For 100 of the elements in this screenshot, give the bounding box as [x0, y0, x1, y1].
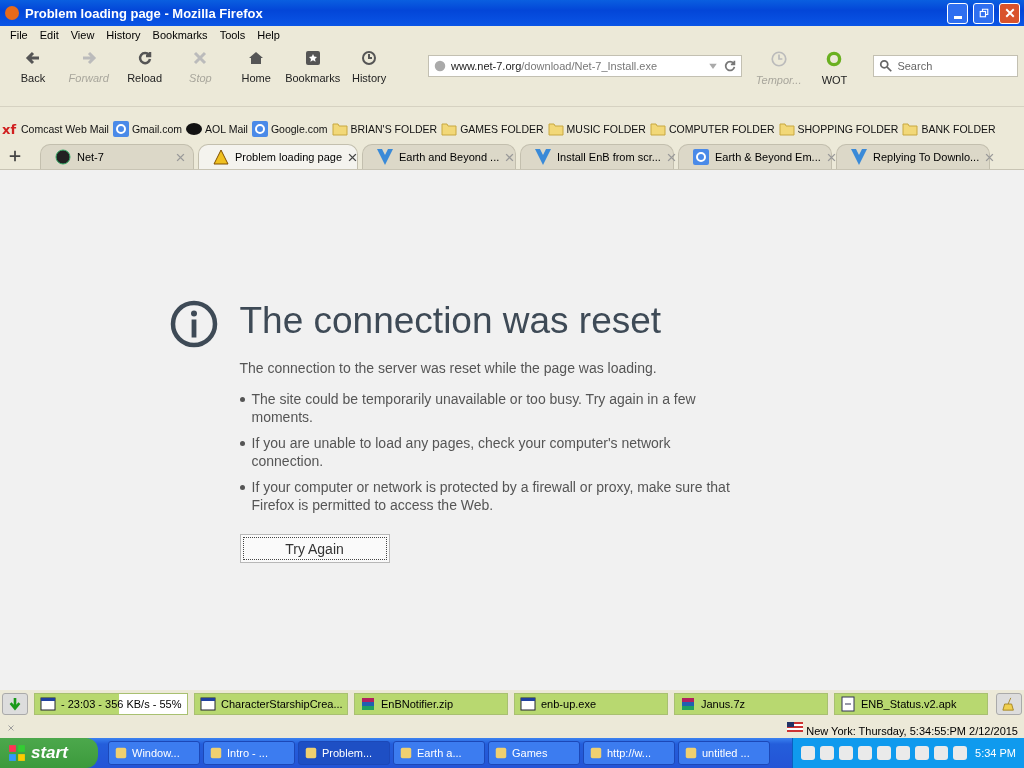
window-icon — [40, 696, 56, 712]
close-icon — [826, 152, 836, 162]
bookmark-link[interactable]: Gmail.com — [112, 121, 183, 137]
menu-item[interactable]: Tools — [213, 29, 252, 41]
tray-icon[interactable] — [896, 746, 910, 760]
down-arrow-icon — [8, 697, 22, 711]
address-text: www.net-7.org/download/Net-7_Install.exe — [451, 60, 659, 72]
tray-icon[interactable] — [934, 746, 948, 760]
download-name: enb-up.exe — [541, 698, 597, 710]
address-field[interactable]: www.net-7.org/download/Net-7_Install.exe — [428, 55, 742, 77]
error-title: The connection was reset — [239, 300, 663, 342]
warning-icon — [213, 149, 229, 165]
taskbar-item[interactable]: Earth a... — [393, 741, 485, 765]
home-button[interactable]: Home — [229, 48, 284, 86]
tray-icon[interactable] — [915, 746, 929, 760]
bookmark-link[interactable]: COMPUTER FOLDER — [649, 121, 775, 137]
taskbar-item[interactable]: Intro - ... — [203, 741, 295, 765]
download-item[interactable]: EnBNotifier.zip — [354, 693, 508, 715]
tab-title: Install EnB from scr... — [557, 151, 661, 163]
clear-downloads-button[interactable] — [996, 693, 1022, 715]
bookmark-link[interactable]: GAMES FOLDER — [441, 121, 544, 137]
bookmark-link[interactable]: BRIAN'S FOLDER — [331, 121, 438, 137]
menu-item[interactable]: History — [100, 29, 147, 41]
browser-tab[interactable]: Net-7 — [40, 144, 194, 169]
v-logo-icon — [851, 149, 867, 165]
tab-title: Net-7 — [77, 151, 105, 163]
app-icon — [399, 746, 413, 760]
download-item[interactable]: ENB_Status.v2.apk — [834, 693, 988, 715]
menu-item[interactable]: View — [64, 29, 101, 41]
home-icon — [248, 50, 265, 66]
v-logo-icon — [535, 149, 551, 165]
search-icon — [879, 59, 894, 73]
folder-icon — [778, 121, 795, 137]
menu-item[interactable]: Help — [251, 29, 286, 41]
minimize-button[interactable] — [947, 2, 968, 24]
download-name: Janus.7z — [701, 698, 746, 710]
tray-icon[interactable] — [877, 746, 891, 760]
clock-text: New York: Thursday, 5:34:55:PM 2/12/2015 — [787, 719, 1018, 737]
v-logo-icon — [377, 149, 393, 165]
error-message: The connection to the server was reset while the page was loading. — [239, 360, 658, 376]
downloads-button[interactable] — [2, 693, 28, 715]
window-title: Problem loading page - Mozilla Firefox — [25, 5, 264, 21]
tray-icon[interactable] — [820, 746, 834, 760]
folder-icon — [331, 121, 348, 137]
taskbar-item[interactable]: Window... — [108, 741, 200, 765]
app-icon — [589, 746, 603, 760]
reload-button[interactable]: Reload — [117, 48, 172, 86]
menu-item[interactable]: Bookmarks — [146, 29, 214, 41]
browser-tab[interactable]: Install EnB from scr... — [520, 144, 674, 169]
menu-item[interactable]: Edit — [33, 29, 65, 41]
clock-icon — [361, 50, 378, 66]
history-button[interactable]: History — [342, 48, 396, 86]
ring-icon — [825, 50, 844, 68]
archive-icon — [360, 696, 376, 712]
tab-title: Earth and Beyond ... — [399, 151, 500, 163]
close-icon — [505, 152, 515, 162]
taskbar-item[interactable]: Problem... — [298, 741, 390, 765]
tab-title: Problem loading page — [235, 151, 343, 163]
taskbar-item[interactable]: http://w... — [583, 741, 675, 765]
bookmark-link[interactable]: SHOPPING FOLDER — [778, 121, 899, 137]
browser-tab[interactable]: Problem loading page — [198, 144, 358, 169]
bullet-icon — [239, 441, 245, 446]
bookmark-link[interactable]: Google.com — [251, 121, 328, 137]
download-item[interactable]: CharacterStarshipCrea... — [194, 693, 348, 715]
bookmark-link[interactable]: BANK FOLDER — [902, 121, 996, 137]
reload-icon — [722, 59, 737, 73]
app-icon — [209, 746, 223, 760]
folder-icon — [547, 121, 564, 137]
folder-icon — [649, 121, 666, 137]
taskbar-item[interactable]: untitled ... — [678, 741, 770, 765]
search-field[interactable]: Search — [873, 55, 1019, 77]
wot-addon-button[interactable]: WOT — [807, 48, 862, 88]
tray-icon[interactable] — [858, 746, 872, 760]
file-icon — [840, 696, 856, 712]
app-icon — [684, 746, 698, 760]
window-icon — [200, 696, 216, 712]
close-icon — [6, 723, 16, 733]
download-name: EnBNotifier.zip — [381, 698, 454, 710]
folder-icon — [441, 121, 458, 137]
taskbar-item[interactable]: Games — [488, 741, 580, 765]
restore-button[interactable] — [973, 2, 994, 24]
close-icon — [176, 152, 185, 162]
download-item[interactable]: enb-up.exe — [514, 693, 668, 715]
bookmarks-button[interactable]: Bookmarks — [285, 48, 341, 86]
download-name: CharacterStarshipCrea... — [221, 698, 343, 710]
tray-icon[interactable] — [953, 746, 967, 760]
bookmark-link[interactable]: AOL Mail — [186, 121, 248, 137]
close-button[interactable] — [999, 2, 1020, 24]
clock-text: 5:34 PM — [975, 747, 1016, 759]
download-item[interactable]: Janus.7z — [674, 693, 828, 715]
tray-icon[interactable] — [839, 746, 853, 760]
menu-item[interactable]: File — [4, 29, 34, 41]
back-button[interactable]: Back — [6, 48, 60, 86]
try-again-button[interactable]: Try Again — [239, 534, 390, 563]
suggestion-text: The site could be temporarily unavailable or too busy. Try again in a few moments. — [251, 390, 697, 426]
bookmark-link[interactable]: xf Comcast Web Mail — [2, 121, 109, 137]
tray-icon[interactable] — [801, 746, 815, 760]
bookmark-link[interactable]: MUSIC FOLDER — [547, 121, 646, 137]
round-logo-icon — [55, 149, 71, 165]
browser-tab[interactable]: Earth and Beyond ... — [362, 144, 516, 169]
